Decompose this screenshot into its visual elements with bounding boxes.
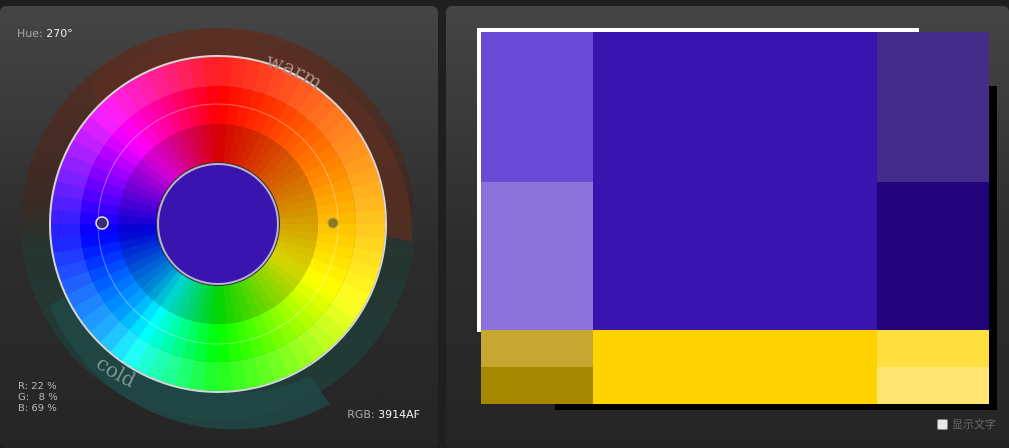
- hex-readout: RGB: 3914AF: [347, 408, 420, 421]
- swatch-complement-dark-1[interactable]: [481, 330, 593, 367]
- swatch-complement[interactable]: [593, 330, 877, 404]
- show-text-checkbox[interactable]: [937, 418, 948, 430]
- swatch-complement-dark-2[interactable]: [481, 367, 593, 404]
- hue-readout: Hue: 270°: [17, 27, 73, 40]
- color-wheel-panel: warm cold Hue: 270° R: 22 % G: 8 % B: 69…: [0, 6, 438, 448]
- swatch-secondary-light[interactable]: [481, 32, 593, 182]
- rgb-percentages: R: 22 % G: 8 % B: 69 %: [18, 381, 58, 414]
- center-color-swatch: [157, 163, 279, 285]
- scheme-preview-panel: 显示文字: [446, 6, 1009, 448]
- red-percent: R: 22 %: [18, 381, 57, 392]
- show-text-toggle[interactable]: 显示文字: [937, 416, 996, 432]
- blue-percent: B: 69 %: [18, 403, 57, 414]
- swatch-secondary-lighter[interactable]: [481, 182, 593, 330]
- swatch-complement-light-2[interactable]: [877, 367, 989, 404]
- hue-label: Hue:: [17, 27, 43, 40]
- swatch-primary[interactable]: [593, 32, 877, 330]
- hue-value: 270°: [46, 27, 73, 40]
- show-text-label: 显示文字: [952, 418, 996, 431]
- color-wheel[interactable]: warm cold: [0, 6, 438, 448]
- green-percent: G: 8 %: [18, 392, 58, 403]
- swatch-complement-light-1[interactable]: [877, 330, 989, 367]
- swatch-dark-1[interactable]: [877, 32, 989, 182]
- swatch-dark-2[interactable]: [877, 182, 989, 330]
- complement-hue-handle[interactable]: [327, 217, 339, 229]
- hex-label: RGB:: [347, 408, 375, 421]
- hex-value: 3914AF: [378, 408, 420, 421]
- primary-hue-handle[interactable]: [95, 216, 109, 230]
